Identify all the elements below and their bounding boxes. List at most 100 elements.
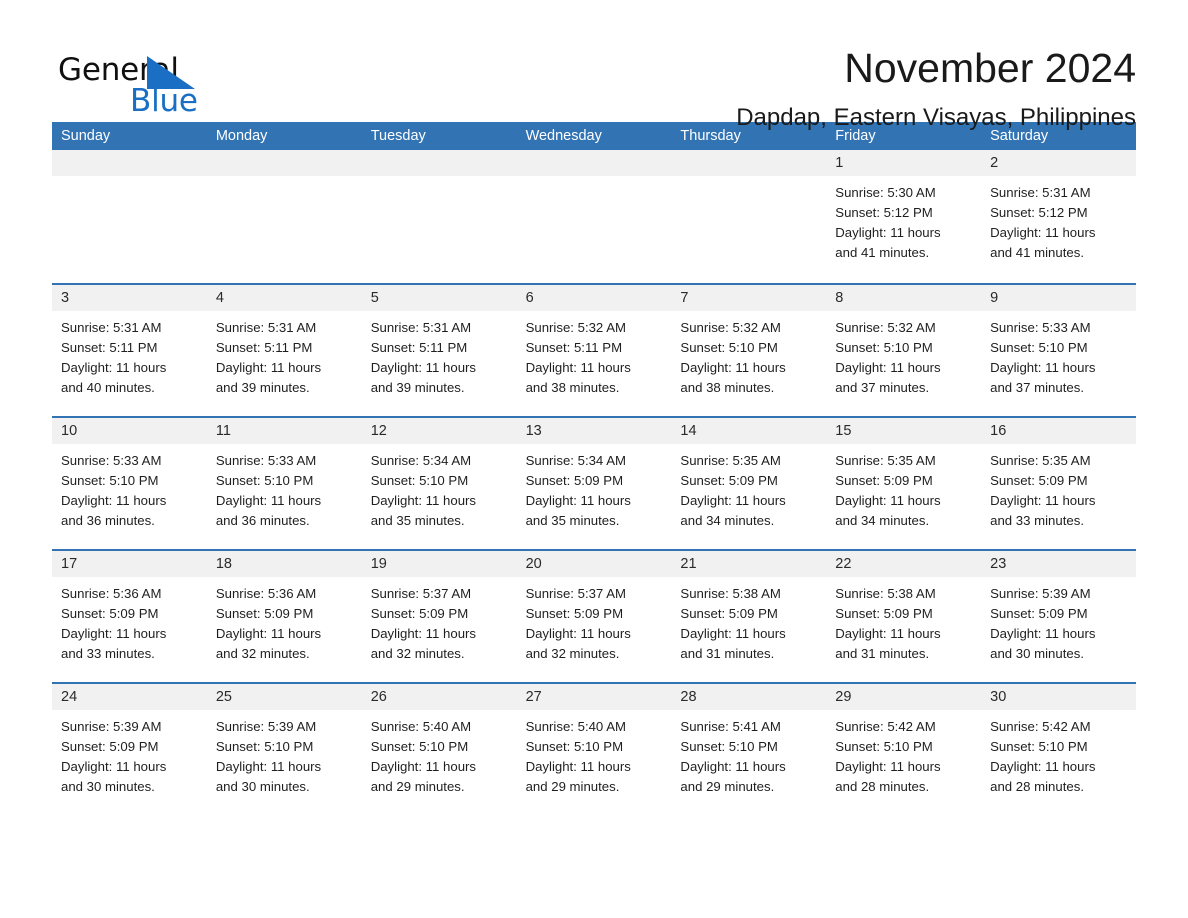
- day-cell[interactable]: 1 Sunrise: 5:30 AM Sunset: 5:12 PM Daylight…: [826, 150, 982, 283]
- day-details: Sunrise: 5:42 AM Sunset: 5:10 PM Daylight:…: [826, 710, 981, 797]
- day-cell[interactable]: 20 Sunrise: 5:37 AM Sunset: 5:09 PM Dayligh…: [516, 551, 672, 682]
- sunset-text: Sunset: 5:09 PM: [525, 606, 624, 621]
- day-details: Sunrise: 5:31 AM Sunset: 5:12 PM Daylight:…: [981, 176, 1136, 263]
- daylight-text-line2: and 31 minutes.: [835, 646, 930, 661]
- day-cell-empty: [52, 150, 207, 283]
- day-cell[interactable]: 22 Sunrise: 5:38 AM Sunset: 5:09 PM Dayligh…: [826, 551, 982, 682]
- daylight-text-line2: and 30 minutes.: [61, 779, 155, 794]
- sunrise-text: Sunrise: 5:32 AM: [835, 320, 936, 335]
- day-number-band: 14: [671, 418, 827, 444]
- day-number: 18: [215, 556, 232, 572]
- day-cell[interactable]: 2 Sunrise: 5:31 AM Sunset: 5:12 PM Daylight…: [981, 150, 1136, 283]
- title-block: November 2024 Dapdap, Eastern Visayas, P…: [252, 48, 1136, 130]
- daylight-text-line2: and 32 minutes.: [525, 646, 620, 661]
- daylight-text-line1: Daylight: 11 hours: [61, 759, 167, 774]
- day-cell-empty: [671, 150, 827, 283]
- day-cell[interactable]: 3 Sunrise: 5:31 AM Sunset: 5:11 PM Daylight…: [52, 285, 207, 416]
- day-number: 22: [835, 556, 852, 572]
- day-cell[interactable]: 29 Sunrise: 5:42 AM Sunset: 5:10 PM Dayligh…: [826, 684, 982, 815]
- day-cell[interactable]: 15 Sunrise: 5:35 AM Sunset: 5:09 PM Dayligh…: [826, 418, 982, 549]
- sunrise-text: Sunrise: 5:39 AM: [215, 719, 317, 734]
- day-number-band: 20: [516, 551, 672, 577]
- day-cell[interactable]: 8 Sunrise: 5:32 AM Sunset: 5:10 PM Daylight…: [826, 285, 982, 416]
- day-details: Sunrise: 5:30 AM Sunset: 5:12 PM Daylight:…: [826, 176, 981, 263]
- sunrise-text: Sunrise: 5:33 AM: [990, 320, 1091, 335]
- day-cell[interactable]: 14 Sunrise: 5:35 AM Sunset: 5:09 PM Dayligh…: [671, 418, 827, 549]
- daylight-text-line1: Daylight: 11 hours: [370, 360, 477, 375]
- sunset-text: Sunset: 5:11 PM: [61, 340, 158, 355]
- sunrise-text: Sunrise: 5:36 AM: [215, 586, 317, 601]
- daylight-text-line2: and 34 minutes.: [835, 513, 930, 528]
- day-number-band: [361, 150, 517, 176]
- day-cell[interactable]: 9 Sunrise: 5:33 AM Sunset: 5:10 PM Daylight…: [981, 285, 1136, 416]
- daylight-text-line2: and 41 minutes.: [990, 245, 1084, 260]
- day-details: Sunrise: 5:38 AM Sunset: 5:09 PM Daylight:…: [826, 577, 981, 664]
- daylight-text-line2: and 29 minutes.: [680, 779, 775, 794]
- day-cell[interactable]: 11 Sunrise: 5:33 AM Sunset: 5:10 PM Dayligh…: [206, 418, 362, 549]
- sunset-text: Sunset: 5:11 PM: [215, 340, 313, 355]
- logo-text-blue: Blue: [130, 83, 198, 119]
- day-details: Sunrise: 5:33 AM Sunset: 5:10 PM Daylight:…: [207, 444, 362, 531]
- day-cell[interactable]: 21 Sunrise: 5:38 AM Sunset: 5:09 PM Dayligh…: [671, 551, 827, 682]
- daylight-text-line1: Daylight: 11 hours: [990, 493, 1096, 508]
- day-cell[interactable]: 23 Sunrise: 5:39 AM Sunset: 5:09 PM Dayligh…: [981, 551, 1136, 682]
- day-details: Sunrise: 5:42 AM Sunset: 5:10 PM Daylight:…: [981, 710, 1136, 797]
- day-details: Sunrise: 5:40 AM Sunset: 5:10 PM Daylight:…: [517, 710, 672, 797]
- daylight-text-line2: and 37 minutes.: [990, 380, 1084, 395]
- day-cell[interactable]: 18 Sunrise: 5:36 AM Sunset: 5:09 PM Dayligh…: [206, 551, 362, 682]
- day-cell[interactable]: 19 Sunrise: 5:37 AM Sunset: 5:09 PM Dayligh…: [361, 551, 517, 682]
- sunrise-text: Sunrise: 5:39 AM: [61, 719, 162, 734]
- day-cell[interactable]: 10 Sunrise: 5:33 AM Sunset: 5:10 PM Dayligh…: [52, 418, 207, 549]
- weekday-header-sunday: Sunday: [61, 128, 111, 144]
- day-number: 17: [61, 556, 78, 572]
- day-number: 16: [990, 423, 1007, 439]
- sunrise-text: Sunrise: 5:35 AM: [680, 453, 781, 468]
- daylight-text-line2: and 30 minutes.: [990, 646, 1084, 661]
- sunset-text: Sunset: 5:09 PM: [370, 606, 469, 621]
- day-cell[interactable]: 4 Sunrise: 5:31 AM Sunset: 5:11 PM Daylight…: [206, 285, 362, 416]
- day-number-band: 1: [826, 150, 982, 176]
- day-cell[interactable]: 12 Sunrise: 5:34 AM Sunset: 5:10 PM Dayligh…: [361, 418, 517, 549]
- day-cell[interactable]: 7 Sunrise: 5:32 AM Sunset: 5:10 PM Daylight…: [671, 285, 827, 416]
- day-cell[interactable]: 27 Sunrise: 5:40 AM Sunset: 5:10 PM Dayligh…: [516, 684, 672, 815]
- day-number: 25: [215, 689, 232, 705]
- day-details: Sunrise: 5:40 AM Sunset: 5:10 PM Daylight:…: [362, 710, 517, 797]
- daylight-text-line2: and 35 minutes.: [525, 513, 620, 528]
- day-cell[interactable]: 25 Sunrise: 5:39 AM Sunset: 5:10 PM Dayligh…: [206, 684, 362, 815]
- sunrise-text: Sunrise: 5:41 AM: [680, 719, 781, 734]
- sunrise-text: Sunrise: 5:31 AM: [61, 320, 162, 335]
- sunset-text: Sunset: 5:10 PM: [215, 739, 314, 754]
- day-number-band: 11: [206, 418, 362, 444]
- weekday-header-monday: Monday: [215, 128, 268, 144]
- day-details: Sunrise: 5:39 AM Sunset: 5:09 PM Daylight:…: [981, 577, 1136, 664]
- calendar-week-row: 1 Sunrise: 5:30 AM Sunset: 5:12 PM Daylight…: [52, 150, 1136, 283]
- day-cell[interactable]: 17 Sunrise: 5:36 AM Sunset: 5:09 PM Dayligh…: [52, 551, 207, 682]
- day-number: 8: [835, 290, 844, 306]
- day-cell[interactable]: 13 Sunrise: 5:34 AM Sunset: 5:09 PM Dayligh…: [516, 418, 672, 549]
- daylight-text-line2: and 40 minutes.: [61, 380, 155, 395]
- sunrise-text: Sunrise: 5:37 AM: [370, 586, 472, 601]
- daylight-text-line2: and 28 minutes.: [990, 779, 1084, 794]
- day-cell[interactable]: 26 Sunrise: 5:40 AM Sunset: 5:10 PM Dayligh…: [361, 684, 517, 815]
- day-number: 27: [525, 689, 542, 705]
- day-cell[interactable]: 28 Sunrise: 5:41 AM Sunset: 5:10 PM Dayligh…: [671, 684, 827, 815]
- day-cell[interactable]: 24 Sunrise: 5:39 AM Sunset: 5:09 PM Dayligh…: [52, 684, 207, 815]
- general-blue-logo[interactable]: General Blue: [52, 48, 252, 122]
- day-cell[interactable]: 30 Sunrise: 5:42 AM Sunset: 5:10 PM Dayligh…: [981, 684, 1136, 815]
- daylight-text-line1: Daylight: 11 hours: [370, 493, 477, 508]
- sunset-text: Sunset: 5:10 PM: [990, 739, 1088, 754]
- calendar-table: Sunday Monday Tuesday Wednesday Thursday Frid…: [52, 122, 1136, 815]
- day-cell[interactable]: 5 Sunrise: 5:31 AM Sunset: 5:11 PM Daylight…: [361, 285, 517, 416]
- sunrise-text: Sunrise: 5:38 AM: [835, 586, 936, 601]
- calendar-week-row: 3 Sunrise: 5:31 AM Sunset: 5:11 PM Daylight…: [52, 283, 1136, 416]
- day-number-band: 17: [52, 551, 207, 577]
- sunrise-text: Sunrise: 5:34 AM: [525, 453, 626, 468]
- day-cell[interactable]: 16 Sunrise: 5:35 AM Sunset: 5:09 PM Dayligh…: [981, 418, 1136, 549]
- weekday-header-saturday: Saturday: [990, 128, 1049, 144]
- day-cell[interactable]: 6 Sunrise: 5:32 AM Sunset: 5:11 PM Daylight…: [516, 285, 672, 416]
- sunrise-text: Sunrise: 5:35 AM: [835, 453, 936, 468]
- day-number: 21: [680, 556, 697, 572]
- day-details: Sunrise: 5:32 AM Sunset: 5:10 PM Daylight:…: [671, 311, 826, 398]
- sunrise-text: Sunrise: 5:32 AM: [525, 320, 626, 335]
- day-number: 13: [525, 423, 542, 439]
